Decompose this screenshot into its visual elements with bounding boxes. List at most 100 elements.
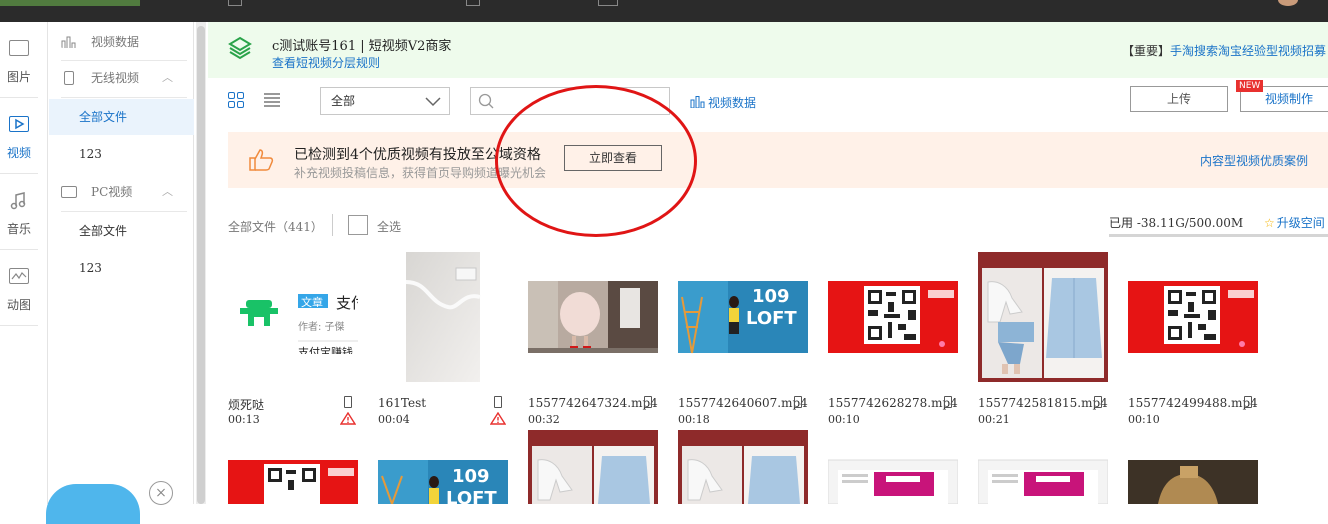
type-select[interactable]: 全部 xyxy=(320,87,450,115)
music-icon xyxy=(9,192,29,210)
storage-used: 已用 -38.11G/500.00M xyxy=(1109,216,1244,230)
video-thumbnail[interactable] xyxy=(528,252,658,382)
phone-icon xyxy=(944,396,952,408)
file-card[interactable]: 1557742581815.mp4 00:21 xyxy=(978,252,1108,426)
video-thumbnail[interactable] xyxy=(678,430,808,504)
divider xyxy=(61,211,187,212)
grid-view-icon[interactable] xyxy=(228,92,244,108)
subnav-wireless-video[interactable]: 无线视频 ︿ xyxy=(61,60,187,96)
search-icon xyxy=(478,93,494,109)
rail-item-gif[interactable]: 动图 xyxy=(0,250,38,326)
left-rail: 图片 视频 音乐 动图 xyxy=(0,22,48,504)
rail-item-music[interactable]: 音乐 xyxy=(0,174,38,250)
file-card[interactable] xyxy=(678,430,808,504)
file-card[interactable] xyxy=(978,430,1108,504)
video-thumbnail[interactable] xyxy=(1128,252,1258,382)
upload-button[interactable]: 上传 xyxy=(1130,86,1228,112)
subnav-pc-video[interactable]: PC视频 ︿ xyxy=(61,174,187,210)
upgrade-link[interactable]: ☆ 升级空间 xyxy=(1264,214,1325,231)
file-card[interactable]: 1557742647324.mp4 00:32 xyxy=(528,252,658,426)
subnav-item-123[interactable]: 123 xyxy=(49,136,194,172)
top-bar xyxy=(0,0,1328,22)
rail-item-video[interactable]: 视频 xyxy=(0,98,38,174)
file-name: 1557742499488.mp4 xyxy=(1128,396,1258,410)
top-nav-icon[interactable] xyxy=(466,0,480,6)
file-duration: 00:32 xyxy=(528,413,560,426)
notice-link[interactable]: 手淘搜索淘宝经验型视频招募 xyxy=(1170,44,1326,58)
file-card[interactable] xyxy=(828,430,958,504)
avatar[interactable] xyxy=(1278,0,1298,6)
account-bar: c测试账号161 | 短视频V2商家 查看短视频分层规则 【重要】手淘搜索淘宝经… xyxy=(208,22,1328,78)
bar-chart-icon xyxy=(690,96,705,108)
scrollbar-thumb[interactable] xyxy=(197,26,205,504)
thumb-title: 支付 xyxy=(336,294,358,312)
thumb-text: 109 xyxy=(452,466,490,487)
thumb-text: LOFT xyxy=(446,488,497,504)
file-name: 161Test xyxy=(378,396,427,410)
file-card[interactable] xyxy=(228,430,358,504)
video-thumbnail[interactable]: 109 LOFT xyxy=(678,252,808,382)
tier-rules-link[interactable]: 查看短视频分层规则 xyxy=(272,54,380,71)
select-value: 全部 xyxy=(331,94,356,108)
file-card[interactable]: 文章 支付 作者: 子傑 支付宝赚钱 烦死哒 00:13 xyxy=(228,252,358,426)
video-thumbnail[interactable] xyxy=(528,430,658,504)
video-thumbnail[interactable] xyxy=(978,252,1108,382)
subnav-item-all-files[interactable]: 全部文件 xyxy=(49,99,194,135)
video-data-label: 视频数据 xyxy=(708,96,757,110)
file-card[interactable]: 109 LOFT xyxy=(378,430,508,504)
gif-icon xyxy=(9,268,29,284)
notice: 【重要】手淘搜索淘宝经验型视频招募 xyxy=(1122,42,1326,59)
list-view-icon[interactable] xyxy=(264,92,280,108)
file-name: 1557742581815.mp4 xyxy=(978,396,1108,410)
select-all-label[interactable]: 全选 xyxy=(377,218,401,235)
video-thumbnail[interactable] xyxy=(978,430,1108,504)
video-thumbnail[interactable] xyxy=(828,430,958,504)
phone-icon xyxy=(644,396,652,408)
warning-icon[interactable] xyxy=(490,412,506,425)
rail-label: 视频 xyxy=(6,146,31,160)
phone-icon xyxy=(344,396,352,408)
bar-chart-icon xyxy=(61,36,76,48)
video-thumbnail[interactable]: 文章 支付 作者: 子傑 支付宝赚钱 xyxy=(228,252,358,382)
video-thumbnail[interactable] xyxy=(378,252,508,382)
subnav-label: 视频数据 xyxy=(91,35,140,49)
file-count: 全部文件（441） xyxy=(228,220,323,234)
close-icon[interactable]: × xyxy=(149,481,173,505)
annotation-circle xyxy=(495,85,697,237)
top-nav-icon[interactable] xyxy=(598,0,618,6)
subnav-label: PC视频 xyxy=(91,185,133,199)
new-badge: NEW xyxy=(1236,80,1264,92)
file-card[interactable]: 161Test 00:04 xyxy=(378,252,508,426)
toolbar: 全部 视频数据 上传 视频制作 NEW xyxy=(208,78,1328,124)
video-thumbnail[interactable] xyxy=(1128,430,1258,504)
file-card[interactable]: 1557742499488.mp4 00:10 xyxy=(1128,252,1258,426)
file-card[interactable]: 109 LOFT 1557742640607.mp4 00:18 xyxy=(678,252,808,426)
select-all-checkbox[interactable] xyxy=(348,215,368,235)
phone-icon xyxy=(494,396,502,408)
subnav-item-all-files[interactable]: 全部文件 xyxy=(49,213,194,249)
assistant-widget[interactable] xyxy=(46,484,140,524)
chevron-down-icon xyxy=(425,97,441,107)
account-title: c测试账号161 | 短视频V2商家 xyxy=(272,39,452,54)
promo-banner: 已检测到4个优质视频有投放至公域资格 补充视频投稿信息，获得首页导购频道曝光机会… xyxy=(228,132,1328,188)
video-thumbnail[interactable] xyxy=(228,430,358,504)
file-name: 1557742647324.mp4 xyxy=(528,396,658,410)
phone-icon xyxy=(1244,396,1252,408)
subnav-video-data[interactable]: 视频数据 xyxy=(61,24,187,60)
case-link[interactable]: 内容型视频优质案例 xyxy=(1200,152,1308,169)
file-card[interactable]: 1557742628278.mp4 00:10 xyxy=(828,252,958,426)
file-duration: 00:21 xyxy=(978,413,1010,426)
video-thumbnail[interactable] xyxy=(828,252,958,382)
file-card[interactable] xyxy=(528,430,658,504)
divider xyxy=(61,97,187,98)
warning-icon[interactable] xyxy=(340,412,356,425)
file-card[interactable] xyxy=(1128,430,1258,504)
rail-item-image[interactable]: 图片 xyxy=(0,22,38,98)
file-bar: 全部文件（441） 全选 已用 -38.11G/500.00M ☆ 升级空间 xyxy=(228,212,1328,242)
subnav-item-123[interactable]: 123 xyxy=(49,250,194,286)
divider xyxy=(332,214,333,236)
file-duration: 00:04 xyxy=(378,413,410,426)
scrollbar[interactable] xyxy=(196,22,206,504)
top-nav-icon[interactable] xyxy=(228,0,242,6)
video-data-link[interactable]: 视频数据 xyxy=(690,94,756,111)
